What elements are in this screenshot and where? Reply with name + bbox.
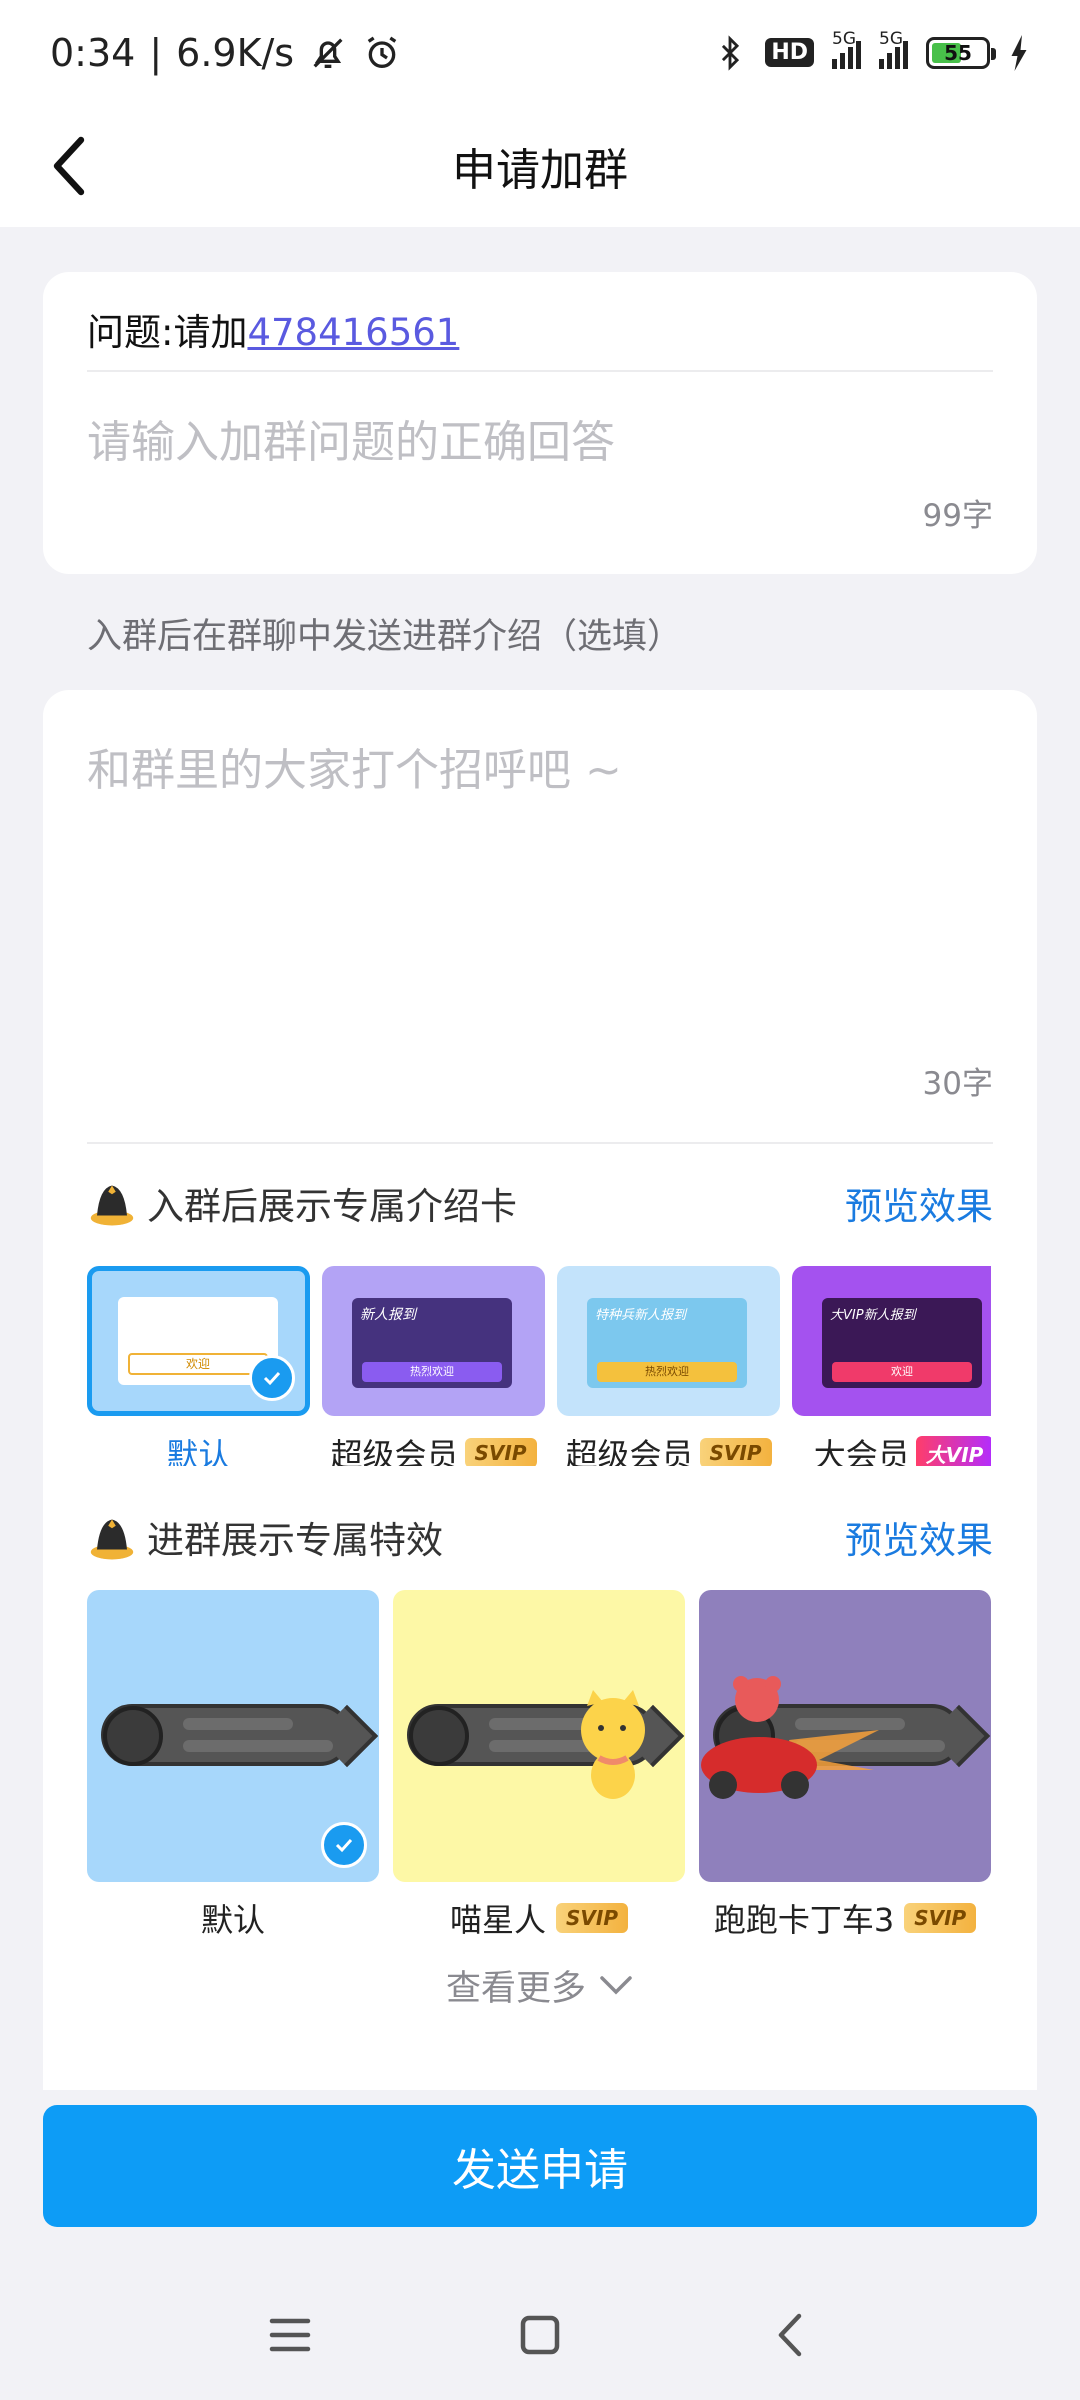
intro-input[interactable] — [87, 734, 987, 994]
avatar-icon — [409, 1706, 469, 1766]
cat-mascot-icon — [581, 1690, 645, 1799]
status-bar: 0:34 | 6.9K/s HD 5G 5G 55 — [0, 0, 1080, 105]
back-button[interactable] — [34, 131, 104, 201]
card-option-label: 超级会员 SVIP — [322, 1430, 545, 1466]
intro-card-option-default[interactable]: 欢迎 默认 — [87, 1266, 310, 1466]
question-card: 问题:请加478416561 99字 — [43, 272, 1037, 574]
card-option-label: 超级会员 SVIP — [557, 1430, 780, 1466]
home-square-icon — [520, 2315, 560, 2355]
system-back-button[interactable] — [760, 2305, 820, 2365]
intro-card-option-big-vip[interactable]: 大VIP新人报到 欢迎 大会员 大VIP — [792, 1266, 991, 1466]
chevron-down-icon — [600, 1975, 632, 1994]
card-option-label: 大会员 大VIP — [792, 1430, 991, 1466]
intro-card-option-svip-2[interactable]: 特种兵新人报到 热烈欢迎 超级会员 SVIP — [557, 1266, 780, 1466]
effect-section-title: 进群展示专属特效 — [147, 1519, 443, 1562]
view-more-button[interactable]: 查看更多 — [43, 1960, 1037, 2011]
effect-list — [87, 1590, 991, 1882]
vip-badge: 大VIP — [915, 1435, 991, 1466]
check-icon — [249, 1355, 295, 1401]
home-button[interactable] — [510, 2305, 570, 2365]
group-number-link[interactable]: 478416561 — [247, 311, 459, 354]
menu-icon — [269, 2318, 311, 2352]
menu-button[interactable] — [260, 2305, 320, 2365]
intro-card-list: 欢迎 默认 新人报到 热烈欢迎 超级会员 SVIP 特种兵新人报到 热烈欢迎 超级… — [87, 1266, 991, 1466]
answer-counter: 99字 — [922, 498, 993, 534]
status-speed: 6.9K/s — [176, 30, 295, 75]
status-time: 0:34 — [50, 30, 136, 75]
effect-option-default[interactable] — [87, 1590, 379, 1882]
nav-bar: 申请加群 — [0, 105, 1080, 227]
card-section-title: 入群后展示专属介绍卡 — [147, 1185, 517, 1228]
intro-card-option-svip-1[interactable]: 新人报到 热烈欢迎 超级会员 SVIP — [322, 1266, 545, 1466]
svip-badge: SVIP — [904, 1903, 977, 1933]
effect-option-kart[interactable] — [699, 1590, 991, 1882]
card-preview-button[interactable]: 预览效果 — [845, 1176, 993, 1230]
card-option-label: 默认 — [166, 1436, 231, 1466]
effect-label-default: 默认 — [200, 1901, 265, 1939]
hd-icon: HD — [765, 38, 814, 67]
svip-badge: SVIP — [556, 1903, 628, 1933]
question-text: 问题:请加478416561 — [87, 311, 460, 354]
bluetooth-icon — [722, 34, 740, 71]
effect-label-kart: 跑跑卡丁车3 SVIP — [699, 1895, 991, 1941]
signal-icon: 5G — [832, 29, 861, 69]
signal-icon-2: 5G — [879, 29, 908, 69]
intro-label: 入群后在群聊中发送进群介绍（选填） — [87, 617, 683, 657]
card-section-header: 入群后展示专属介绍卡 预览效果 — [87, 1176, 993, 1230]
alarm-icon — [367, 36, 397, 68]
avatar-icon — [103, 1706, 163, 1766]
divider — [87, 1142, 993, 1144]
kart-car-icon — [701, 1676, 879, 1799]
effect-option-cat[interactable] — [393, 1590, 685, 1882]
page-title: 申请加群 — [452, 145, 628, 196]
effect-preview-button[interactable]: 预览效果 — [845, 1510, 993, 1564]
svip-badge: SVIP — [464, 1438, 537, 1466]
back-triangle-icon — [778, 2313, 802, 2357]
divider — [87, 370, 993, 372]
svip-badge: SVIP — [699, 1438, 772, 1466]
system-nav-bar — [0, 2280, 1080, 2390]
mute-bell-icon — [313, 37, 343, 68]
answer-input[interactable] — [87, 412, 987, 472]
effect-section-header: 进群展示专属特效 预览效果 — [87, 1510, 993, 1564]
intro-counter: 30字 — [922, 1066, 993, 1102]
chevron-left-icon — [53, 136, 85, 196]
crown-hat-icon — [90, 1519, 134, 1560]
intro-card: 30字 入群后展示专属介绍卡 预览效果 欢迎 默认 新人报到 热烈欢迎 超级会员… — [43, 690, 1037, 2090]
check-icon — [321, 1822, 367, 1868]
battery-icon: 55 — [926, 36, 996, 69]
send-request-button[interactable]: 发送申请 — [43, 2105, 1037, 2227]
crown-hat-icon — [90, 1185, 134, 1226]
charging-icon — [1011, 34, 1027, 71]
effect-label-cat: 喵星人 SVIP — [393, 1895, 685, 1941]
